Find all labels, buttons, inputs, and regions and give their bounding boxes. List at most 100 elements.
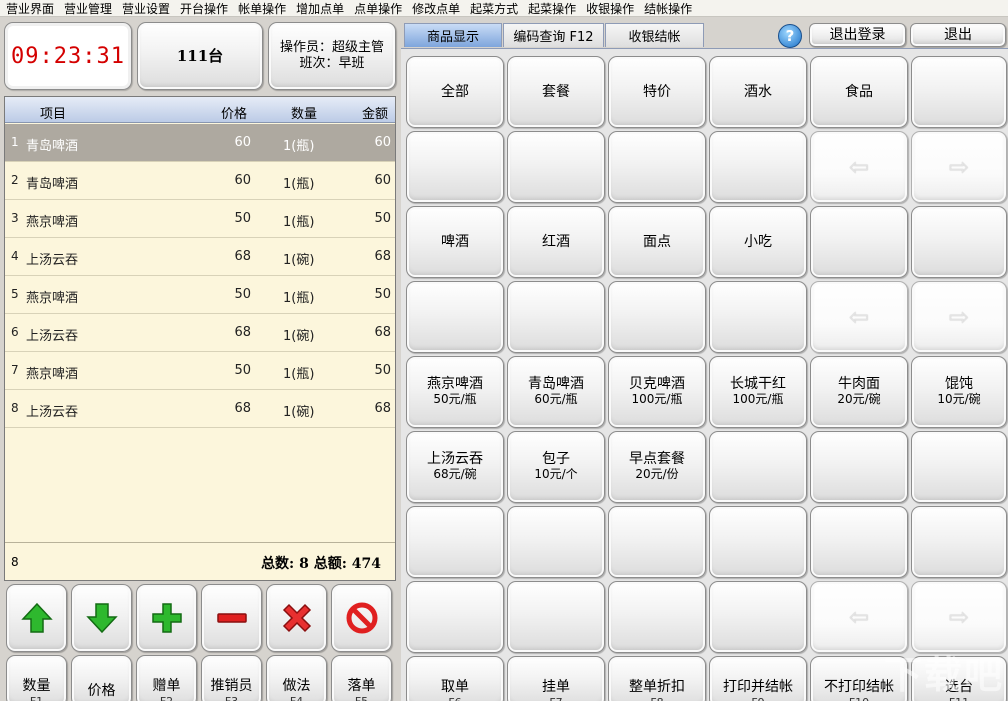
subcategory-next-page-button[interactable]: ⇨ bbox=[911, 281, 1007, 353]
menu-item-bill-ops[interactable]: 帐单操作 bbox=[238, 0, 286, 17]
menu-item-business-view[interactable]: 营业界面 bbox=[6, 0, 54, 17]
menu-item-add-order[interactable]: 增加点单 bbox=[296, 0, 344, 17]
table-row[interactable]: 5 燕京啤酒 50 1(瓶) 50 bbox=[5, 276, 395, 314]
product-empty-button[interactable] bbox=[608, 581, 706, 653]
row-index: 2 bbox=[11, 173, 19, 187]
product-empty-button[interactable] bbox=[911, 506, 1007, 578]
menu-item-business-manage[interactable]: 营业管理 bbox=[64, 0, 112, 17]
product-empty-button[interactable] bbox=[507, 506, 605, 578]
minus-button[interactable] bbox=[201, 584, 262, 652]
category-empty-button[interactable] bbox=[608, 131, 706, 203]
order-discount-button[interactable]: 整单折扣 F8 bbox=[608, 656, 706, 701]
tab-checkout[interactable]: 收银结帐 bbox=[605, 23, 704, 47]
menu-item-order-ops[interactable]: 点单操作 bbox=[354, 0, 402, 17]
gift-button[interactable]: 赠单 F2 bbox=[136, 655, 197, 701]
place-order-button[interactable]: 落单 F5 bbox=[331, 655, 392, 701]
product-empty-button[interactable] bbox=[709, 581, 807, 653]
category-empty-button[interactable] bbox=[406, 131, 504, 203]
menu-item-business-settings[interactable]: 营业设置 bbox=[122, 0, 170, 17]
category-next-page-button[interactable]: ⇨ bbox=[911, 131, 1007, 203]
table-row[interactable]: 7 燕京啤酒 50 1(瓶) 50 bbox=[5, 352, 395, 390]
table-row[interactable]: 6 上汤云吞 68 1(碗) 68 bbox=[5, 314, 395, 352]
subcategory-pastry-button[interactable]: 面点 bbox=[608, 206, 706, 278]
product-empty-button[interactable] bbox=[810, 506, 908, 578]
category-prev-page-button[interactable]: ⇦ bbox=[810, 131, 908, 203]
table-row[interactable]: 3 燕京啤酒 50 1(瓶) 50 bbox=[5, 200, 395, 238]
subcategory-snack-button[interactable]: 小吃 bbox=[709, 206, 807, 278]
subcategory-empty-button[interactable] bbox=[608, 281, 706, 353]
subcategory-empty-button[interactable] bbox=[406, 281, 504, 353]
table-number-button[interactable]: 111台 bbox=[137, 22, 263, 90]
move-up-button[interactable] bbox=[6, 584, 67, 652]
product-wonton-soup-button[interactable]: 上汤云吞 68元/碗 bbox=[406, 431, 504, 503]
product-beef-noodle-button[interactable]: 牛肉面 20元/碗 bbox=[810, 356, 908, 428]
product-empty-button[interactable] bbox=[911, 431, 1007, 503]
subcategory-wine-button[interactable]: 红酒 bbox=[507, 206, 605, 278]
product-great-wall-red-button[interactable]: 长城干红 100元/瓶 bbox=[709, 356, 807, 428]
category-all-button[interactable]: 全部 bbox=[406, 56, 504, 128]
product-wonton-button[interactable]: 馄饨 10元/碗 bbox=[911, 356, 1007, 428]
menu-item-serve-ops[interactable]: 起菜操作 bbox=[528, 0, 576, 17]
product-bun-button[interactable]: 包子 10元/个 bbox=[507, 431, 605, 503]
table-row[interactable]: 2 青岛啤酒 60 1(瓶) 60 bbox=[5, 162, 395, 200]
product-yanjing-beer-button[interactable]: 燕京啤酒 50元/瓶 bbox=[406, 356, 504, 428]
category-empty-button[interactable] bbox=[507, 131, 605, 203]
menu-item-checkout-ops[interactable]: 结帐操作 bbox=[644, 0, 692, 17]
category-food-button[interactable]: 食品 bbox=[810, 56, 908, 128]
row-index: 1 bbox=[11, 135, 19, 149]
table-row[interactable]: 4 上汤云吞 68 1(碗) 68 bbox=[5, 238, 395, 276]
logout-button[interactable]: 退出登录 bbox=[809, 23, 906, 47]
delete-button[interactable] bbox=[266, 584, 327, 652]
category-drinks-button[interactable]: 酒水 bbox=[709, 56, 807, 128]
print-checkout-button[interactable]: 打印并结帐 F9 bbox=[709, 656, 807, 701]
product-beck-beer-button[interactable]: 贝克啤酒 100元/瓶 bbox=[608, 356, 706, 428]
cancel-button[interactable] bbox=[331, 584, 392, 652]
arrow-up-icon bbox=[20, 602, 53, 633]
move-down-button[interactable] bbox=[71, 584, 132, 652]
row-amount: 60 bbox=[374, 173, 391, 188]
product-empty-button[interactable] bbox=[608, 506, 706, 578]
cooking-method-button[interactable]: 做法 F4 bbox=[266, 655, 327, 701]
product-empty-button[interactable] bbox=[709, 506, 807, 578]
product-empty-button[interactable] bbox=[406, 581, 504, 653]
category-empty-button[interactable] bbox=[709, 131, 807, 203]
subcategory-empty-button[interactable] bbox=[507, 281, 605, 353]
subcategory-prev-page-button[interactable]: ⇦ bbox=[810, 281, 908, 353]
hold-order-button[interactable]: 挂单 F7 bbox=[507, 656, 605, 701]
quantity-button[interactable]: 数量 F1 bbox=[6, 655, 67, 701]
product-next-page-button[interactable]: ⇨ bbox=[911, 581, 1007, 653]
salesperson-button[interactable]: 推销员 F3 bbox=[201, 655, 262, 701]
help-icon[interactable]: ? bbox=[778, 24, 802, 48]
price-button[interactable]: 价格 bbox=[71, 655, 132, 701]
retrieve-order-button[interactable]: 取单 F6 bbox=[406, 656, 504, 701]
menu-item-modify-order[interactable]: 修改点单 bbox=[412, 0, 460, 17]
tab-code-search[interactable]: 编码查询 F12 bbox=[503, 23, 604, 47]
select-table-button[interactable]: 选台 F11 bbox=[911, 656, 1007, 701]
product-empty-button[interactable] bbox=[810, 431, 908, 503]
no-print-checkout-button[interactable]: 不打印结帐 F10 bbox=[810, 656, 908, 701]
product-empty-button[interactable] bbox=[406, 506, 504, 578]
subcategory-empty-button[interactable] bbox=[911, 206, 1007, 278]
category-special-button[interactable]: 特价 bbox=[608, 56, 706, 128]
table-row[interactable]: 8 上汤云吞 68 1(碗) 68 bbox=[5, 390, 395, 428]
arrow-left-icon: ⇦ bbox=[848, 302, 870, 331]
menu-item-cashier-ops[interactable]: 收银操作 bbox=[586, 0, 634, 17]
subcategory-beer-button[interactable]: 啤酒 bbox=[406, 206, 504, 278]
product-empty-button[interactable] bbox=[709, 431, 807, 503]
menu-item-serve-mode[interactable]: 起菜方式 bbox=[470, 0, 518, 17]
product-breakfast-set-button[interactable]: 早点套餐 20元/份 bbox=[608, 431, 706, 503]
subcategory-empty-button[interactable] bbox=[709, 281, 807, 353]
product-prev-page-button[interactable]: ⇦ bbox=[810, 581, 908, 653]
menu-item-open-table[interactable]: 开台操作 bbox=[180, 0, 228, 17]
retrieve-order-label: 取单 bbox=[441, 679, 469, 695]
product-tsingtao-beer-button[interactable]: 青岛啤酒 60元/瓶 bbox=[507, 356, 605, 428]
tab-product-display[interactable]: 商品显示 bbox=[404, 23, 502, 47]
add-button[interactable] bbox=[136, 584, 197, 652]
exit-button[interactable]: 退出 bbox=[910, 23, 1006, 47]
product-empty-button[interactable] bbox=[507, 581, 605, 653]
category-empty-button[interactable] bbox=[911, 56, 1007, 128]
table-row[interactable]: 1 青岛啤酒 60 1(瓶) 60 bbox=[5, 124, 395, 162]
subcategory-empty-button[interactable] bbox=[810, 206, 908, 278]
category-set-meal-button[interactable]: 套餐 bbox=[507, 56, 605, 128]
row-amount: 50 bbox=[374, 363, 391, 378]
